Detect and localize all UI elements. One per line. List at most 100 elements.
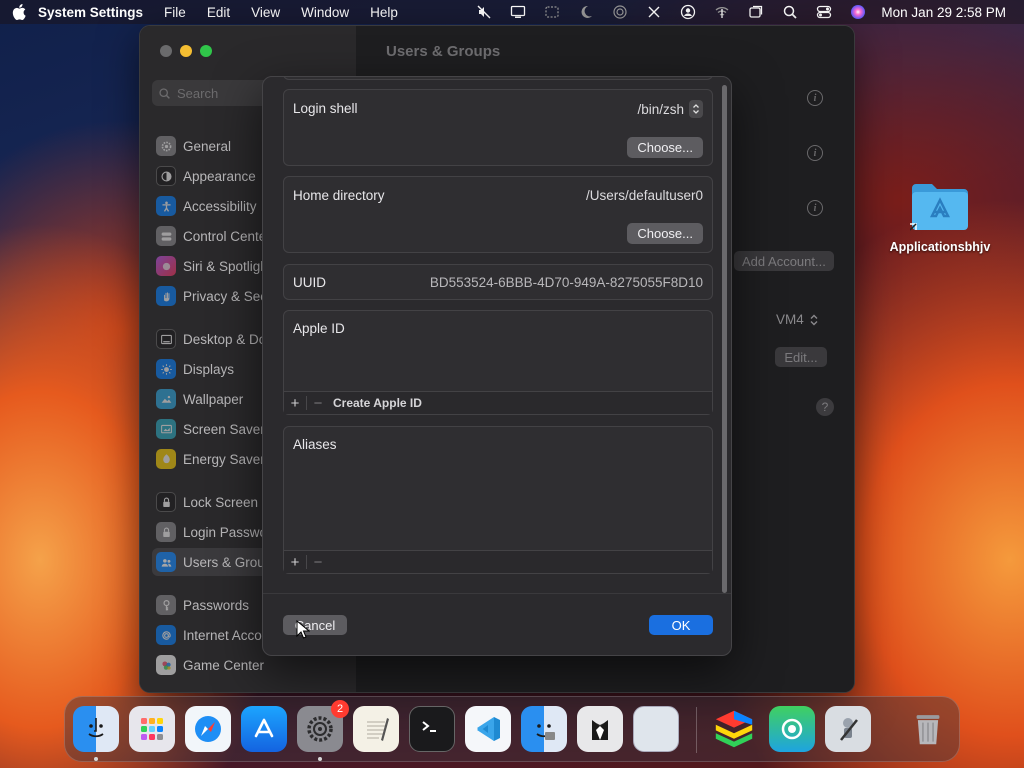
auto-login-select[interactable]: VM4 [776,312,818,327]
zoom-button[interactable] [200,45,212,57]
create-apple-id-link[interactable]: Create Apple ID [333,396,422,410]
dock-app-store-icon[interactable] [241,706,287,752]
login-shell-choose-button[interactable]: Choose... [627,137,703,158]
add-account-button[interactable]: Add Account... [734,251,834,271]
apple-id-add-button[interactable]: + [284,392,306,415]
search-icon [159,87,170,99]
help-button[interactable]: ? [816,398,834,416]
sidebar-item-label: Accessibility [183,198,257,214]
dock-textedit-icon[interactable] [353,706,399,752]
menu-edit[interactable]: Edit [207,5,230,20]
chevron-updown-icon [689,100,703,118]
close-button[interactable] [160,45,172,57]
page-title: Users & Groups [386,43,501,60]
app-name-menu[interactable]: System Settings [38,5,143,20]
apple-id-remove-button[interactable]: − [307,392,329,415]
running-indicator [318,757,322,761]
aliases-add-button[interactable]: + [284,551,306,574]
fingerprint-icon[interactable] [603,0,637,24]
folder-icon [909,180,970,232]
minimize-button[interactable] [180,45,192,57]
dock-migration-icon[interactable] [521,706,567,752]
desktop-folder-label: Applicationsbhjv [889,240,991,254]
aliases-remove-button[interactable]: − [307,551,329,574]
sidebar-item-label: Energy Saver [183,451,265,467]
focus-moon-icon[interactable] [569,0,603,24]
pen-icon[interactable] [637,0,671,24]
info-icon[interactable]: i [807,145,823,161]
dock-finder-icon[interactable] [73,706,119,752]
status-area: Mon Jan 29 2:58 PM [467,0,1024,24]
aliases-toolbar: + − [284,550,712,573]
scrollbar-thumb[interactable] [722,85,727,593]
login-shell-value: /bin/zsh [637,101,684,117]
sidebar-item-label: Appearance [183,168,256,184]
menu-file[interactable]: File [164,5,186,20]
user-details-sheet: Login shell /bin/zsh Choose... Home dire… [262,76,732,656]
appearance-icon [156,166,176,186]
menu-view[interactable]: View [251,5,280,20]
game-center-icon [156,655,176,675]
menu-bar: System Settings File Edit View Window He… [0,0,1024,24]
dock-tuxedo-icon[interactable] [577,706,623,752]
dock-launchpad-icon[interactable] [129,706,175,752]
hand-icon [156,286,176,306]
dock-safari-icon[interactable] [185,706,231,752]
prior-group-edge [283,77,713,80]
sidebar-item-label: Displays [183,361,235,377]
battery-icon [156,449,176,469]
sidebar-item-label: Lock Screen [183,494,259,510]
display-icon[interactable] [501,0,535,24]
login-shell-select[interactable]: /bin/zsh [637,100,703,118]
cancel-button[interactable]: Cancel [283,615,347,635]
search-icon[interactable] [773,0,807,24]
user-circle-icon[interactable] [671,0,705,24]
home-directory-label: Home directory [293,188,385,203]
running-indicator [94,757,98,761]
home-directory-group: Home directory /Users/defaultuser0 Choos… [283,176,713,253]
uuid-label: UUID [293,275,326,290]
siri-icon[interactable] [841,0,875,24]
edit-button[interactable]: Edit... [775,347,827,367]
info-icon[interactable]: i [807,90,823,106]
sheet-scrollbar[interactable] [720,85,728,595]
wallpaper-icon [156,389,176,409]
footer-divider [263,593,731,594]
dock-separator [696,707,697,753]
dock-system-settings-icon[interactable]: 2 [297,700,349,752]
dock-bluestacks-icon[interactable] [711,706,757,752]
control-center-icon[interactable] [807,0,841,24]
siri-icon [156,256,176,276]
home-directory-choose-button[interactable]: Choose... [627,223,703,244]
apple-id-label: Apple ID [293,321,345,336]
sidebar-item-label: Passwords [183,597,250,613]
mute-icon[interactable] [467,0,501,24]
lock-icon [156,492,176,512]
info-icon[interactable]: i [807,200,823,216]
dock-vscode-icon[interactable] [465,706,511,752]
sidebar-item-label: Wallpaper [183,391,244,407]
desktop-folder[interactable]: Applicationsbhjv [886,180,994,254]
dock-trash-icon[interactable] [905,706,951,752]
sidebar-item-label: Siri & Spotlight [183,258,272,274]
wifi-icon[interactable] [705,0,739,24]
login-shell-group: Login shell /bin/zsh Choose... [283,89,713,166]
dock-blank-app-icon[interactable] [633,706,679,752]
sidebar-item-label: General [183,138,232,154]
apple-id-toolbar: + − Create Apple ID [284,391,712,414]
menu-window[interactable]: Window [301,5,349,20]
menu-clock[interactable]: Mon Jan 29 2:58 PM [881,5,1006,20]
dock: 2 [64,696,960,762]
ok-button[interactable]: OK [649,615,713,635]
aliases-label: Aliases [293,437,337,452]
dock-terminal-icon[interactable] [409,706,455,752]
menu-help[interactable]: Help [370,5,398,20]
window-icon[interactable] [739,0,773,24]
uuid-group: UUID BD553524-6BBB-4D70-949A-8275055F8D1… [283,264,713,300]
select-value: VM4 [776,312,804,327]
apple-menu-icon[interactable] [0,4,38,20]
dock-automator-icon[interactable] [825,706,871,752]
screen-mirror-icon[interactable] [535,0,569,24]
at-icon [156,625,176,645]
dock-find-my-icon[interactable] [769,706,815,752]
